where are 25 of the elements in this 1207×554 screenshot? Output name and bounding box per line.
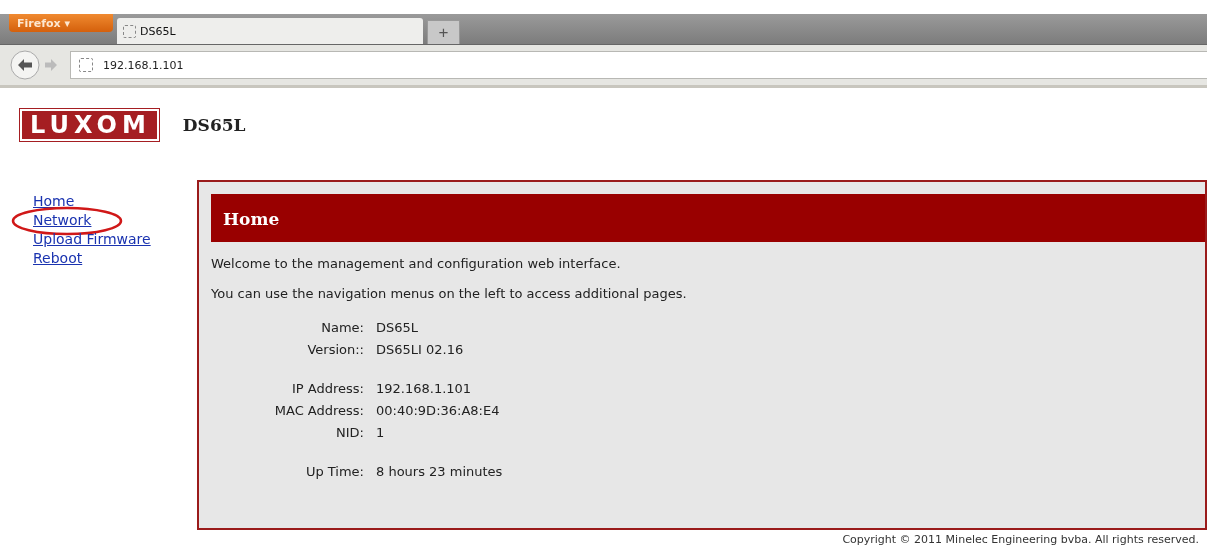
field-value: 192.168.1.101 bbox=[376, 380, 472, 396]
field-label: MAC Address: bbox=[273, 402, 365, 418]
device-title: DS65L bbox=[182, 115, 246, 135]
panel-title: Home bbox=[211, 194, 1205, 242]
field-label: Version:: bbox=[306, 341, 365, 357]
field-label: IP Address: bbox=[291, 380, 365, 396]
new-tab-button[interactable]: + bbox=[427, 20, 460, 44]
field-value: 00:40:9D:36:A8:E4 bbox=[376, 402, 500, 418]
field-value: 1 bbox=[376, 424, 385, 440]
back-icon[interactable] bbox=[10, 50, 40, 80]
paragraph: Welcome to the management and configuration web interface. bbox=[211, 256, 622, 271]
browser-tab[interactable]: DS65L bbox=[117, 18, 423, 44]
paragraph: You can use the navigation menus on the left to access additional pages. bbox=[211, 286, 688, 301]
logo: LUXOM bbox=[20, 109, 159, 141]
nav-link[interactable]: Home bbox=[33, 193, 75, 209]
address-bar[interactable]: 192.168.1.101 bbox=[70, 51, 1207, 79]
nav-link[interactable]: Upload Firmware bbox=[33, 231, 151, 247]
field-value: 8 hours 23 minutes bbox=[376, 463, 503, 479]
field-label: NID: bbox=[335, 424, 365, 440]
field-label: Up Time: bbox=[304, 463, 365, 479]
field-label: Name: bbox=[320, 319, 365, 335]
copyright-text: Copyright © 2011 Minelec Engineering bvba. All rights reserved. bbox=[842, 533, 1199, 546]
nav-link[interactable]: Reboot bbox=[33, 250, 83, 266]
field-value: DS65L bbox=[376, 319, 419, 335]
field-value: DS65LI 02.16 bbox=[376, 341, 464, 357]
